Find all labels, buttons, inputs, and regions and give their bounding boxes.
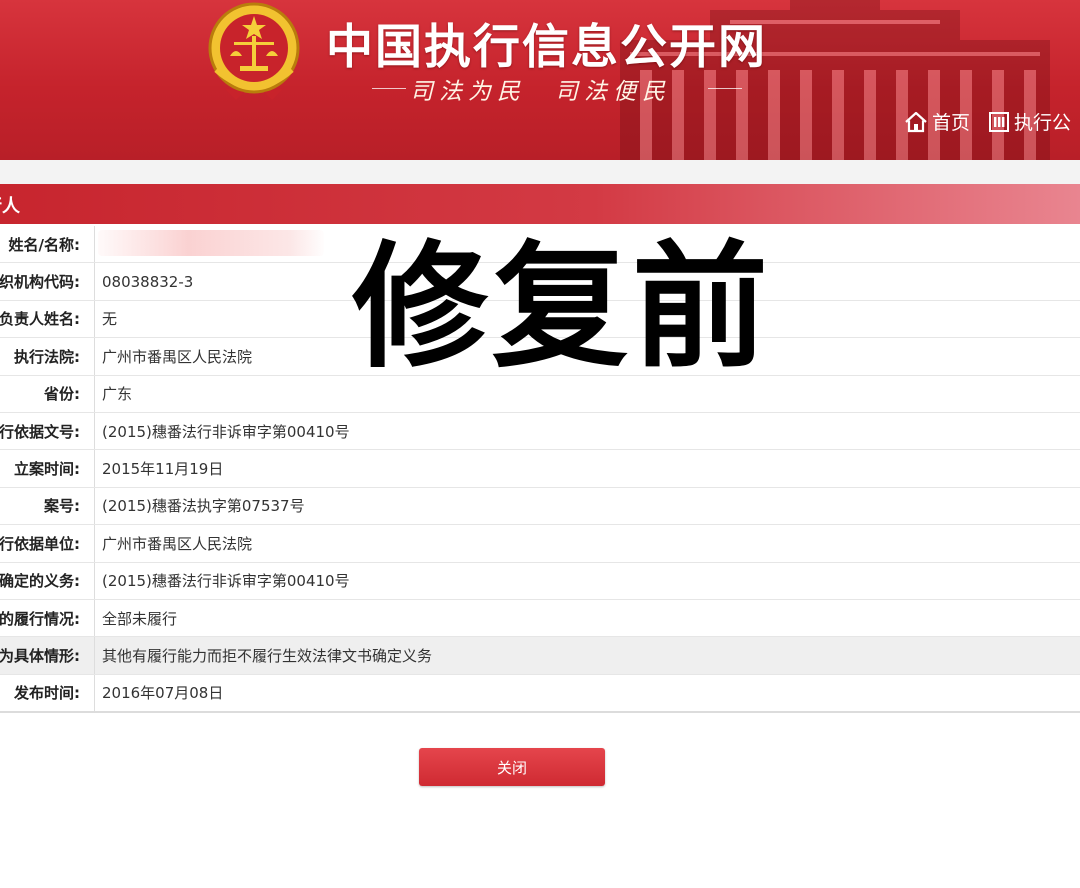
table-row-court: 执行法院: 广州市番禺区人民法院	[0, 338, 1080, 376]
site-header: 中国执行信息公开网 司法为民 司法便民 首页 执行公	[0, 0, 1080, 160]
site-title: 中国执行信息公开网	[326, 20, 767, 75]
label-org-code: 织机构代码:	[0, 273, 80, 292]
value-filing-date: 2015年11月19日	[102, 460, 224, 479]
label-province: 省份:	[44, 385, 80, 404]
cell-divider	[94, 562, 95, 599]
slogan-rule-right	[708, 88, 742, 89]
list-icon	[989, 111, 1010, 132]
label-situation: 为具体情形:	[0, 646, 80, 665]
label-publish-date: 发布时间:	[14, 684, 80, 703]
value-publish-date: 2016年07月08日	[102, 684, 224, 703]
home-icon	[905, 111, 927, 132]
section-header: 行人	[0, 184, 1080, 224]
executee-detail-table: 姓名/名称: 织机构代码: 08038832-3 负责人姓名: 无 执行法院: …	[0, 226, 1080, 713]
cell-divider	[94, 450, 95, 487]
court-emblem-icon	[208, 2, 300, 100]
value-performance: 全部未履行	[102, 609, 178, 628]
value-case-number: (2015)穗番法执字第07537号	[102, 497, 305, 516]
top-nav: 首页 执行公	[904, 108, 1071, 135]
table-row-performance: 的履行情况: 全部未履行	[0, 599, 1080, 638]
table-row-situation: 为具体情形: 其他有履行能力而拒不履行生效法律文书确定义务	[0, 637, 1080, 675]
cell-divider	[94, 674, 95, 712]
nav-exec-public[interactable]: 执行公	[988, 108, 1071, 135]
label-legal-rep: 负责人姓名:	[0, 310, 80, 329]
cell-divider	[94, 375, 95, 412]
table-row-basis-doc: 行依据文号: (2015)穗番法行非诉审字第00410号	[0, 412, 1080, 451]
label-name: 姓名/名称:	[8, 235, 80, 254]
value-obligation: (2015)穗番法行非诉审字第00410号	[102, 572, 350, 591]
table-row-case-number: 案号: (2015)穗番法执字第07537号	[0, 487, 1080, 526]
label-performance: 的履行情况:	[0, 609, 80, 628]
close-button[interactable]: 关闭	[419, 748, 605, 786]
cell-divider	[94, 637, 95, 674]
value-situation: 其他有履行能力而拒不履行生效法律文书确定义务	[102, 646, 433, 665]
value-court: 广州市番禺区人民法院	[102, 347, 253, 366]
value-province: 广东	[102, 385, 133, 404]
cell-divider	[94, 599, 95, 637]
cell-divider	[94, 525, 95, 562]
cell-divider	[94, 226, 95, 263]
table-row-filing-date: 立案时间: 2015年11月19日	[0, 450, 1080, 488]
section-title: 行人	[0, 196, 20, 217]
label-basis-unit: 行依据单位:	[0, 534, 80, 553]
table-row-name: 姓名/名称:	[0, 226, 1080, 264]
label-basis-doc: 行依据文号:	[0, 422, 80, 441]
cell-divider	[94, 263, 95, 300]
cell-divider	[94, 487, 95, 525]
table-row-basis-unit: 行依据单位: 广州市番禺区人民法院	[0, 525, 1080, 563]
slogan-rule-left	[372, 88, 406, 89]
nav-home-label: 首页	[932, 112, 971, 134]
label-obligation: 确定的义务:	[0, 572, 80, 591]
cell-divider	[94, 412, 95, 450]
cell-divider	[94, 338, 95, 375]
table-row-legal-rep: 负责人姓名: 无	[0, 300, 1080, 339]
table-row-publish-date: 发布时间: 2016年07月08日	[0, 674, 1080, 713]
table-row-org-code: 织机构代码: 08038832-3	[0, 263, 1080, 301]
table-row-province: 省份: 广东	[0, 375, 1080, 413]
label-filing-date: 立案时间:	[14, 460, 80, 479]
table-bottom-rule	[0, 711, 1080, 713]
nav-exec-label: 执行公	[1014, 112, 1072, 134]
redacted-name-field	[98, 230, 324, 256]
nav-home[interactable]: 首页	[904, 108, 970, 135]
header-spacer	[0, 160, 1080, 184]
label-court: 执行法院:	[14, 347, 80, 366]
value-basis-unit: 广州市番禺区人民法院	[102, 534, 253, 553]
cell-divider	[94, 300, 95, 338]
table-row-obligation: 确定的义务: (2015)穗番法行非诉审字第00410号	[0, 562, 1080, 600]
value-basis-doc: (2015)穗番法行非诉审字第00410号	[102, 422, 350, 441]
value-legal-rep: 无	[102, 310, 118, 329]
site-slogan: 司法为民 司法便民	[410, 79, 671, 105]
label-case-number: 案号:	[44, 497, 80, 516]
value-org-code: 08038832-3	[102, 272, 194, 291]
